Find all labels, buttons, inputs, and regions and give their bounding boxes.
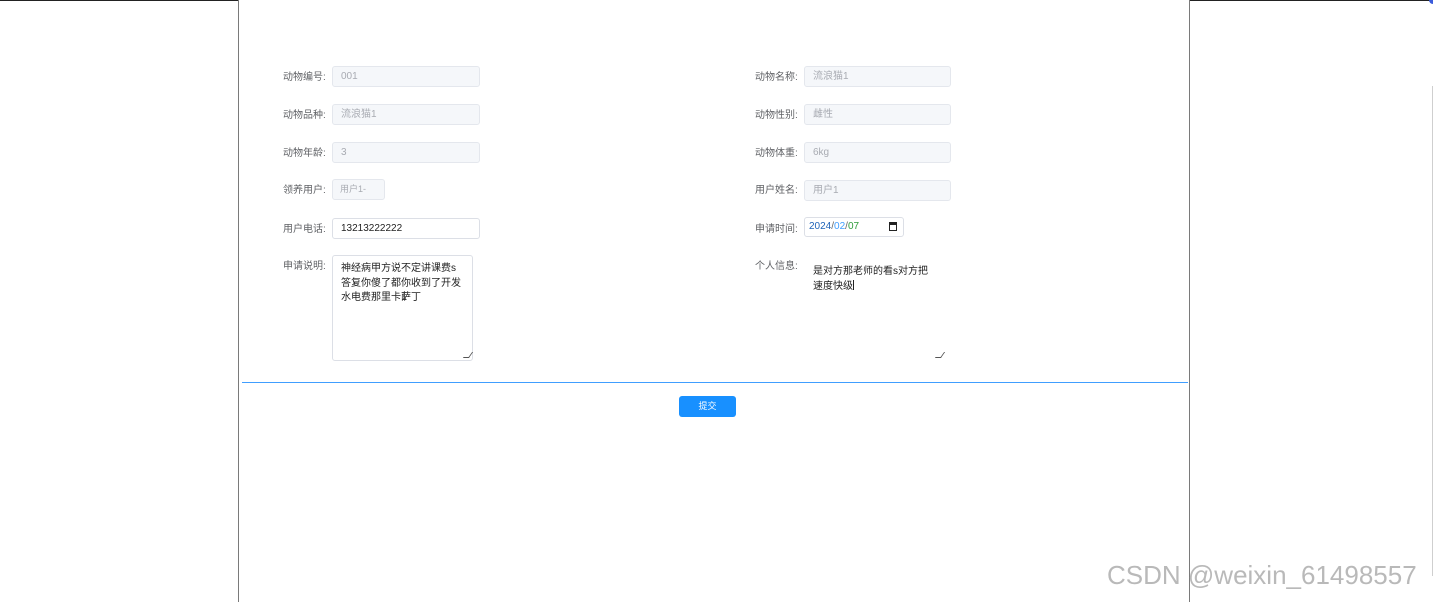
animal-age-label: 动物年龄: [283,148,326,159]
form-divider [242,382,1188,383]
calendar-icon[interactable] [889,222,897,231]
animal-gender-label: 动物性别: [755,110,798,121]
user-name-label: 用户姓名: [755,185,798,196]
user-name-input[interactable]: 用户1 [804,180,951,201]
text-caret [853,279,854,290]
animal-gender-input[interactable]: 雌性 [804,104,951,125]
date-year: 2024 [809,221,832,232]
apply-time-label: 申请时间: [755,224,798,235]
animal-id-input[interactable]: 001 [332,66,480,87]
personal-info-textarea[interactable]: 是对方那老师的看s对方把速度快级 [804,258,946,362]
corner-indicator [1429,0,1433,4]
user-phone-input[interactable]: 13213222222 [332,218,480,239]
personal-info-label: 个人信息: [755,261,798,272]
animal-weight-input[interactable]: 6kg [804,142,951,163]
submit-button[interactable]: 提交 [679,396,736,417]
animal-breed-input[interactable]: 流浪猫1 [332,104,480,125]
watermark: CSDN @weixin_61498557 [1107,560,1417,590]
apply-time-date-input[interactable]: 2024/02/07 [804,217,904,237]
apply-note-textarea[interactable]: 神经病甲方说不定讲课费s答复你傻了都你收到了开发 水电费那里卡萨丁 [332,255,473,361]
animal-weight-label: 动物体重: [755,148,798,159]
text-cursor-icon: I [401,290,408,303]
animal-name-input[interactable]: 流浪猫1 [804,66,951,87]
date-day: 07 [847,221,860,232]
animal-name-label: 动物名称: [755,72,798,83]
adopter-user-select[interactable]: 用户1- [332,179,385,200]
personal-info-text: 是对方那老师的看s对方把速度快级 [813,266,928,292]
page: 动物编号: 001 动物名称: 流浪猫1 动物品种: 流浪猫1 动物性别: 雌性… [0,0,1433,602]
animal-id-label: 动物编号: [283,72,326,83]
animal-breed-label: 动物品种: [283,110,326,121]
user-phone-label: 用户电话: [283,224,326,235]
date-month: 02 [834,221,846,232]
adopter-user-label: 领养用户: [283,185,326,196]
animal-age-input[interactable]: 3 [332,142,480,163]
apply-note-label: 申请说明: [283,261,326,272]
